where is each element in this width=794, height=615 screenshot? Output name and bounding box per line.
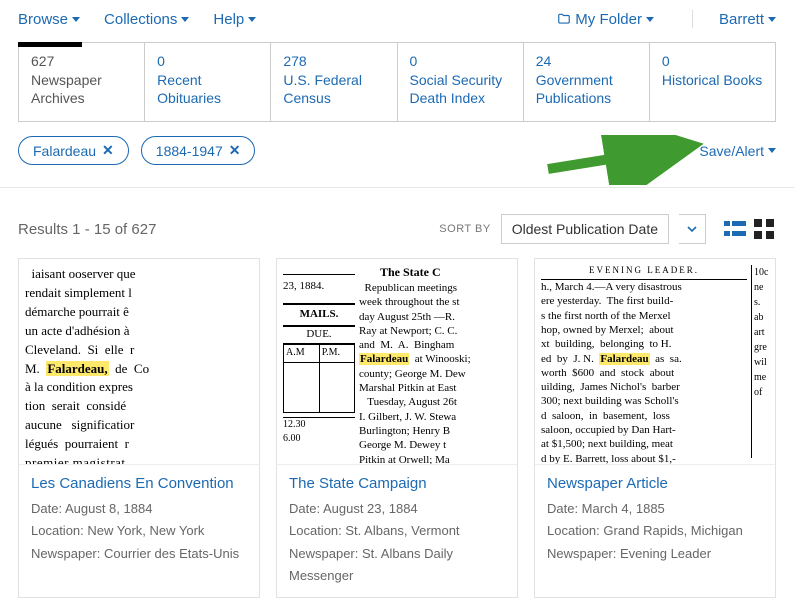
filter-chip-term[interactable]: Falardeau ✕ bbox=[18, 136, 129, 165]
tab-label: U.S. Federal Census bbox=[283, 71, 384, 107]
chevron-down-icon bbox=[181, 17, 189, 22]
chip-label: Falardeau bbox=[33, 143, 96, 159]
result-date: Date: March 4, 1885 bbox=[547, 498, 763, 520]
chevron-down-icon bbox=[72, 17, 80, 22]
section-divider bbox=[0, 187, 794, 188]
nav-help[interactable]: Help bbox=[213, 11, 256, 28]
close-icon[interactable]: ✕ bbox=[102, 142, 114, 159]
result-card[interactable]: 23, 1884. MAILS. DUE. A.MP.M. 12.306.00 … bbox=[276, 258, 518, 597]
chevron-down-icon bbox=[646, 17, 654, 22]
filter-chip-range[interactable]: 1884-1947 ✕ bbox=[141, 136, 256, 165]
result-thumbnail: 23, 1884. MAILS. DUE. A.MP.M. 12.306.00 … bbox=[277, 259, 517, 465]
grid-icon bbox=[754, 219, 774, 239]
result-title[interactable]: The State Campaign bbox=[289, 475, 505, 492]
result-title[interactable]: Newspaper Article bbox=[547, 475, 763, 492]
tab-label: Historical Books bbox=[662, 71, 763, 89]
result-location: Location: Grand Rapids, Michigan bbox=[547, 520, 763, 542]
chip-label: 1884-1947 bbox=[156, 143, 223, 159]
tab-count: 0 bbox=[157, 53, 258, 69]
nav-help-label: Help bbox=[213, 11, 244, 28]
nav-account-label: Barrett bbox=[719, 11, 764, 28]
nav-account[interactable]: Barrett bbox=[719, 11, 776, 28]
chevron-down-icon bbox=[768, 148, 776, 153]
list-icon bbox=[724, 219, 746, 239]
tab-count: 0 bbox=[662, 53, 763, 69]
tab-social-security-death-index[interactable]: 0 Social Security Death Index bbox=[398, 43, 524, 121]
result-newspaper: Newspaper: Evening Leader bbox=[547, 543, 763, 565]
nav-my-folder[interactable]: My Folder bbox=[557, 11, 654, 28]
tab-us-federal-census[interactable]: 278 U.S. Federal Census bbox=[271, 43, 397, 121]
save-alert-button[interactable]: Save/Alert bbox=[699, 143, 776, 159]
tab-historical-books[interactable]: 0 Historical Books bbox=[650, 43, 775, 121]
chevron-down-icon bbox=[768, 17, 776, 22]
result-location: Location: St. Albans, Vermont bbox=[289, 520, 505, 542]
save-alert-label: Save/Alert bbox=[699, 143, 764, 159]
result-title[interactable]: Les Canadiens En Convention bbox=[31, 475, 247, 492]
nav-browse[interactable]: Browse bbox=[18, 11, 80, 28]
divider bbox=[692, 10, 693, 28]
tab-label: Newspaper Archives bbox=[31, 71, 132, 107]
tab-count: 0 bbox=[410, 53, 511, 69]
results-count: Results 1 - 15 of 627 bbox=[18, 221, 156, 238]
nav-collections[interactable]: Collections bbox=[104, 11, 189, 28]
view-list-button[interactable] bbox=[724, 219, 746, 239]
result-thumbnail: EVENING LEADER. h., March 4.—A very disa… bbox=[535, 259, 775, 465]
result-newspaper: Newspaper: St. Albans Daily Messenger bbox=[289, 543, 505, 587]
tab-count: 278 bbox=[283, 53, 384, 69]
nav-my-folder-label: My Folder bbox=[575, 11, 642, 28]
result-location: Location: New York, New York bbox=[31, 520, 247, 542]
view-grid-button[interactable] bbox=[754, 219, 776, 239]
tab-count: 24 bbox=[536, 53, 637, 69]
tab-label: Government Publications bbox=[536, 71, 637, 107]
folder-icon bbox=[557, 12, 571, 26]
result-date: Date: August 23, 1884 bbox=[289, 498, 505, 520]
tab-recent-obituaries[interactable]: 0 Recent Obituaries bbox=[145, 43, 271, 121]
chevron-down-icon bbox=[248, 17, 256, 22]
tab-government-publications[interactable]: 24 Government Publications bbox=[524, 43, 650, 121]
sort-by-label: SORT BY bbox=[439, 223, 490, 235]
tab-newspaper-archives[interactable]: 627 Newspaper Archives bbox=[19, 43, 145, 121]
category-tabs: 627 Newspaper Archives 0 Recent Obituari… bbox=[18, 42, 776, 122]
result-thumbnail: iaisant ooserver que rendait simplement … bbox=[19, 259, 259, 465]
result-date: Date: August 8, 1884 bbox=[31, 498, 247, 520]
result-card[interactable]: EVENING LEADER. h., March 4.—A very disa… bbox=[534, 258, 776, 597]
tab-label: Social Security Death Index bbox=[410, 71, 511, 107]
nav-collections-label: Collections bbox=[104, 11, 177, 28]
results-grid: iaisant ooserver que rendait simplement … bbox=[0, 258, 794, 605]
chevron-down-icon bbox=[687, 224, 697, 234]
result-newspaper: Newspaper: Courrier des Etats-Unis bbox=[31, 543, 247, 565]
filter-chips-row: Falardeau ✕ 1884-1947 ✕ Save/Alert bbox=[18, 136, 776, 165]
sort-row: Results 1 - 15 of 627 SORT BY Oldest Pub… bbox=[18, 214, 776, 244]
nav-browse-label: Browse bbox=[18, 11, 68, 28]
close-icon[interactable]: ✕ bbox=[229, 142, 241, 159]
result-card[interactable]: iaisant ooserver que rendait simplement … bbox=[18, 258, 260, 597]
sort-select-toggle[interactable] bbox=[679, 214, 706, 244]
top-navigation: Browse Collections Help My Folder Barret… bbox=[0, 0, 794, 34]
tab-label: Recent Obituaries bbox=[157, 71, 258, 107]
sort-select[interactable]: Oldest Publication Date bbox=[501, 214, 669, 244]
tab-count: 627 bbox=[31, 53, 132, 69]
